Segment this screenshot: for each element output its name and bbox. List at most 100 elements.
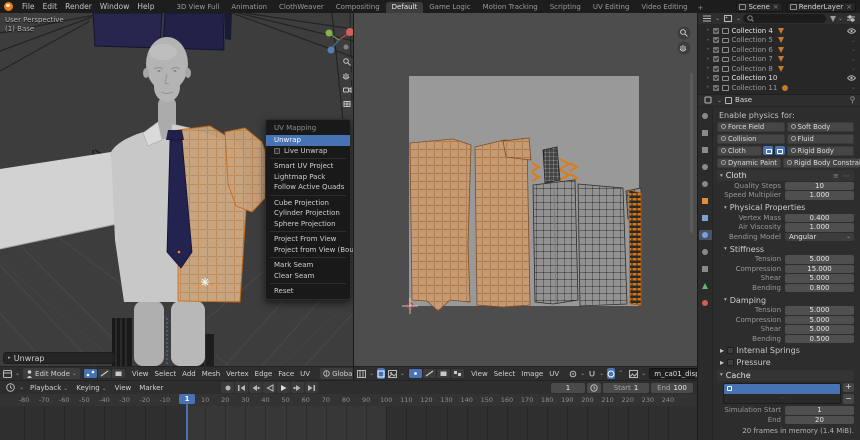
record-button[interactable] — [221, 382, 235, 393]
physics-button-soft-body[interactable]: Soft Body — [786, 121, 854, 132]
workspace-tab-video-editing[interactable]: Video Editing — [635, 2, 693, 13]
menu-item-live-unwrap[interactable]: Live Unwrap — [266, 146, 350, 157]
cache-list[interactable]: ··· — [723, 382, 841, 404]
workspace-tab-uv-editing[interactable]: UV Editing — [587, 2, 636, 13]
workspace-tab-compositing[interactable]: Compositing — [330, 2, 386, 13]
timeline-menu-view[interactable]: View — [112, 384, 135, 392]
menu-item-project-from-view[interactable]: Project From View — [266, 234, 350, 245]
viewport-menu-view[interactable]: View — [129, 370, 152, 378]
workspace-tab-game-logic[interactable]: Game Logic — [423, 2, 476, 13]
use-preview-range-icon[interactable] — [587, 382, 601, 393]
next-keyframe-button[interactable] — [291, 382, 305, 393]
menu-item-sphere-projection[interactable]: Sphere Projection — [266, 219, 350, 230]
timeline-ruler[interactable]: -80 -70 -60 -50 -40 -30 -20 -10 10 20 30 40 50 60 70 80… — [0, 394, 697, 406]
orientation-selector[interactable]: Global ⌄ — [320, 368, 353, 379]
blender-logo-icon[interactable] — [4, 2, 13, 11]
bending-field[interactable]: 0.800 — [785, 283, 854, 292]
face-select-button[interactable] — [111, 369, 125, 378]
edge-select-button[interactable] — [97, 369, 111, 378]
pivot-icon[interactable] — [569, 368, 577, 379]
workspace-tab-3d-view-full[interactable]: 3D View Full — [170, 2, 225, 13]
prev-keyframe-button[interactable] — [249, 382, 263, 393]
menu-item-lightmap-pack[interactable]: Lightmap Pack — [266, 172, 350, 183]
eye-icon[interactable] — [847, 28, 856, 34]
menu-file[interactable]: File — [18, 2, 39, 11]
tension-field[interactable]: 5.000 — [785, 255, 854, 264]
panel-header-damping[interactable]: ▾ Damping — [721, 295, 854, 306]
outliner-row-collection-10[interactable]: • Collection 10 — [698, 74, 860, 84]
object-data-icon[interactable] — [702, 95, 714, 106]
viewport-menu-face[interactable]: Face — [275, 370, 297, 378]
uv-editor[interactable] — [354, 13, 697, 366]
menu-item-clear-seam[interactable]: Clear Seam — [266, 271, 350, 282]
add-cache-button[interactable]: + — [843, 382, 854, 392]
collapse-chevron-icon[interactable]: ⌄ — [851, 46, 856, 53]
image-mode-icon[interactable] — [388, 368, 398, 379]
properties-tab-material[interactable] — [699, 298, 712, 308]
renderlayer-selector[interactable]: RenderLayer × — [786, 1, 856, 12]
frame-end-field[interactable]: End 100 — [651, 382, 693, 393]
cache-item-selected[interactable] — [724, 383, 840, 394]
uv-sync-icon[interactable] — [377, 368, 386, 379]
jump-to-start-button[interactable] — [235, 382, 249, 393]
renderlayer-unlink-icon[interactable]: × — [845, 3, 853, 11]
viewport-menu-select[interactable]: Select — [152, 370, 180, 378]
filter-funnel-icon[interactable] — [829, 15, 836, 22]
workspace-tab-clothweaver[interactable]: ClothWeaver — [273, 2, 330, 13]
pin-icon[interactable] — [849, 96, 856, 104]
uv-island-select-button[interactable] — [451, 369, 465, 378]
add-workspace-button[interactable]: + — [694, 3, 708, 13]
display-mode-icon[interactable] — [701, 13, 713, 24]
uv-menu-view[interactable]: View — [468, 370, 491, 378]
physics-button-rigid-body[interactable]: Rigid Body — [786, 145, 854, 156]
image-browse-icon[interactable] — [629, 368, 639, 379]
workspace-tab-default[interactable]: Default — [385, 2, 424, 13]
physics-button-force-field[interactable]: Force Field — [717, 121, 785, 132]
menu-item-reset[interactable]: Reset — [266, 286, 350, 297]
uv-editor-type-icon[interactable] — [357, 368, 366, 379]
outliner-options-icon[interactable] — [845, 13, 857, 24]
panel-header-cloth[interactable]: ▾ Cloth ≡ ⋯ — [717, 170, 854, 181]
properties-tab-scene[interactable] — [699, 162, 712, 172]
timeline-menu-marker[interactable]: Marker — [136, 384, 166, 392]
air-viscosity-field[interactable]: 1.000 — [785, 223, 854, 232]
properties-tab-object-data[interactable] — [699, 281, 712, 291]
uv-edge-select-button[interactable] — [423, 369, 437, 378]
editor-divider[interactable] — [353, 13, 354, 380]
compression-field[interactable]: 15.000 — [785, 264, 854, 273]
operator-panel[interactable]: ▸ Unwrap — [3, 352, 115, 364]
menu-help[interactable]: Help — [133, 2, 158, 11]
collapse-chevron-icon[interactable]: ⌄ — [851, 56, 856, 63]
uv-vertex-select-button[interactable] — [409, 369, 423, 378]
viewport-menu-edge[interactable]: Edge — [252, 370, 276, 378]
outliner-scene-icon[interactable] — [722, 13, 734, 24]
eye-icon[interactable] — [847, 75, 856, 81]
simulation-start-field[interactable]: 1 — [785, 406, 854, 415]
workspace-tab-animation[interactable]: Animation — [225, 2, 273, 13]
playhead-frame-badge[interactable]: 1 — [179, 394, 195, 404]
bending-field[interactable]: 0.500 — [785, 334, 854, 343]
menu-item-unwrap[interactable]: Unwrap — [266, 135, 350, 146]
properties-tab-particles[interactable] — [699, 247, 712, 257]
panel-header-cache[interactable]: ▾ Cache — [717, 369, 854, 381]
physics-button-rigid-body-constraint[interactable]: Rigid Body Constraint — [782, 157, 860, 168]
timeline-menu-playback[interactable]: Playback ⌄ — [27, 384, 71, 392]
outliner-row-collection-5[interactable]: • Collection 5 ⌄ — [698, 36, 860, 46]
menu-edit[interactable]: Edit — [39, 2, 62, 11]
viewport-menu-uv[interactable]: UV — [297, 370, 313, 378]
properties-tab-modifiers[interactable] — [699, 213, 712, 223]
panel-header-internal-springs[interactable]: ▸ Internal Springs — [717, 345, 854, 356]
outliner-row-collection-4[interactable]: • Collection 4 — [698, 26, 860, 36]
vertex-select-button[interactable] — [83, 369, 97, 378]
timeline-menu-keying[interactable]: Keying ⌄ — [73, 384, 109, 392]
shear-field[interactable]: 5.000 — [785, 274, 854, 283]
cloth-render-toggle[interactable] — [774, 146, 785, 156]
tension-field[interactable]: 5.000 — [785, 306, 854, 315]
properties-tab-output[interactable] — [699, 128, 712, 138]
collapse-chevron-icon[interactable]: ⌄ — [851, 37, 856, 44]
timeline-editor-icon[interactable] — [4, 382, 16, 393]
bending-model-field[interactable]: Angular ⌄ — [785, 232, 854, 241]
play-button[interactable] — [277, 382, 291, 393]
properties-tab-physics[interactable] — [698, 229, 712, 240]
properties-tab-render[interactable] — [699, 111, 712, 121]
